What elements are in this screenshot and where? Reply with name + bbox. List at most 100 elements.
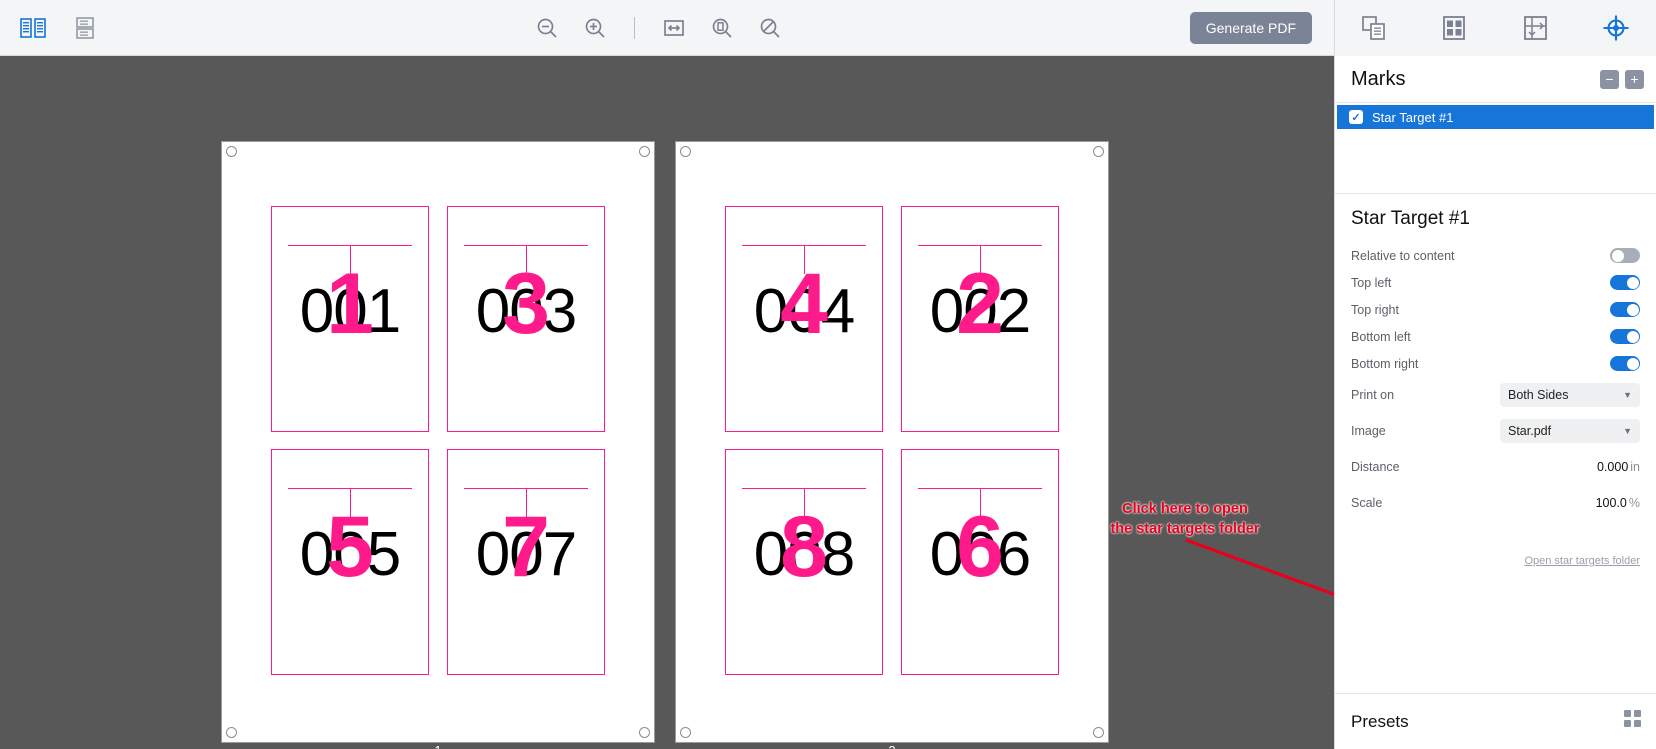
generate-pdf-button[interactable]: Generate PDF xyxy=(1189,11,1312,44)
star-target-digit: 2 xyxy=(956,255,1004,352)
top-toolbar: Generate PDF xyxy=(0,0,1656,56)
tab-marks[interactable] xyxy=(1594,6,1638,50)
marks-list[interactable]: ✓ Star Target #1 xyxy=(1335,102,1656,194)
toggle-top-right[interactable] xyxy=(1610,302,1640,317)
property-label: Top left xyxy=(1351,275,1392,290)
distance-unit: in xyxy=(1630,460,1640,474)
property-label: Bottom left xyxy=(1351,329,1411,344)
marks-side-panel: Marks − + ✓ Star Target #1 Star Target #… xyxy=(1334,56,1656,749)
property-label: Distance xyxy=(1351,460,1400,474)
property-control xyxy=(1610,275,1640,290)
imposed-page[interactable]: 008 8 xyxy=(725,449,883,675)
property-control: Star.pdf ▼ xyxy=(1500,419,1640,443)
mark-item-label: Star Target #1 xyxy=(1372,109,1454,125)
imposed-page[interactable]: 003 3 xyxy=(447,206,605,432)
scale-unit: % xyxy=(1628,496,1640,510)
star-target-digit: 6 xyxy=(956,498,1004,595)
imposed-page[interactable]: 002 2 xyxy=(901,206,1059,432)
zoom-in-icon[interactable] xyxy=(580,13,610,43)
property-top-left: Top left xyxy=(1351,269,1640,296)
spread-view-icon[interactable] xyxy=(18,13,48,43)
property-label: Top right xyxy=(1351,302,1399,317)
star-target-digit: 3 xyxy=(502,255,550,352)
marks-panel-header: Marks − + xyxy=(1335,56,1656,102)
remove-mark-button[interactable]: − xyxy=(1600,69,1619,89)
tab-layout[interactable] xyxy=(1433,6,1477,50)
select-image[interactable]: Star.pdf ▼ xyxy=(1500,419,1640,443)
imposition-view-icon[interactable] xyxy=(70,13,100,43)
select-value: Star.pdf xyxy=(1508,424,1552,438)
add-mark-button[interactable]: + xyxy=(1625,69,1644,89)
mark-properties: Star Target #1 Relative to content Top l… xyxy=(1335,194,1656,521)
corner-mark xyxy=(226,727,237,738)
list-item-star-target-1[interactable]: ✓ Star Target #1 xyxy=(1337,105,1654,129)
toolbar-zoom-group xyxy=(0,0,1316,55)
corner-mark xyxy=(226,146,237,157)
imposed-page[interactable]: 006 6 xyxy=(901,449,1059,675)
corner-mark xyxy=(1093,146,1104,157)
corner-mark xyxy=(680,727,691,738)
fit-width-icon[interactable] xyxy=(659,13,689,43)
property-label: Scale xyxy=(1351,496,1383,510)
corner-mark xyxy=(1093,727,1104,738)
property-bottom-right: Bottom right xyxy=(1351,350,1640,377)
properties-title: Star Target #1 xyxy=(1351,208,1471,229)
property-control: Both Sides ▼ xyxy=(1500,383,1640,407)
open-star-targets-folder-link[interactable]: Open star targets folder xyxy=(1524,555,1640,567)
fit-page-icon[interactable] xyxy=(707,13,737,43)
chevron-down-icon: ▼ xyxy=(1623,426,1632,436)
imposed-page[interactable]: 007 7 xyxy=(447,449,605,675)
imposed-page[interactable]: 005 5 xyxy=(271,449,429,675)
toggle-bottom-right[interactable] xyxy=(1610,356,1640,371)
marks-actions: − + xyxy=(1600,69,1644,89)
star-target-digit: 8 xyxy=(780,498,828,595)
select-print-on[interactable]: Both Sides ▼ xyxy=(1500,383,1640,407)
grid-presets-icon[interactable] xyxy=(1624,710,1642,733)
star-target-digit: 5 xyxy=(326,498,374,595)
distance-value-field[interactable]: 0.000 in xyxy=(1597,460,1640,474)
property-control: 0.000 in xyxy=(1597,460,1640,474)
scale-value: 100.0 xyxy=(1595,496,1627,510)
property-label: Bottom right xyxy=(1351,356,1419,371)
corner-mark xyxy=(639,146,650,157)
app-window: Generate PDF 001 1 003 3 005 5 007 7 004… xyxy=(0,0,1656,749)
toggle-top-left[interactable] xyxy=(1610,275,1640,290)
marks-panel-title: Marks xyxy=(1351,67,1406,90)
annotation-line-1: Click here to open xyxy=(1122,501,1248,517)
main-body: 001 1 003 3 005 5 007 7 004 4 002 2 008 … xyxy=(0,56,1656,749)
panel-tab-bar xyxy=(1334,0,1656,56)
presets-title: Presets xyxy=(1351,711,1409,731)
sheet-preview-2[interactable]: 004 4 002 2 008 8 006 6 xyxy=(675,141,1109,743)
sheet-label-1: 1 xyxy=(221,743,655,749)
imposition-canvas[interactable]: 001 1 003 3 005 5 007 7 004 4 002 2 008 … xyxy=(0,56,1334,749)
property-control xyxy=(1610,302,1640,317)
property-control xyxy=(1610,356,1640,371)
tab-pages[interactable] xyxy=(1353,6,1397,50)
chevron-down-icon: ▼ xyxy=(1623,390,1632,400)
open-folder-row: Open star targets folder xyxy=(1335,551,1656,569)
tab-imposition[interactable] xyxy=(1514,6,1558,50)
distance-value: 0.000 xyxy=(1596,460,1629,474)
annotation-line-2: the star targets folder xyxy=(1110,520,1260,537)
property-control: 100.0% xyxy=(1596,496,1640,510)
checkbox-icon[interactable]: ✓ xyxy=(1349,110,1363,124)
property-scale: Scale 100.0% xyxy=(1351,485,1640,521)
star-target-digit: 1 xyxy=(326,255,374,352)
sheet-preview-1[interactable]: 001 1 003 3 005 5 007 7 xyxy=(221,141,655,743)
toolbar-right-group: Generate PDF xyxy=(1189,0,1656,56)
toggle-bottom-left[interactable] xyxy=(1610,329,1640,344)
annotation-text: Click here to open the star targets fold… xyxy=(1100,500,1270,539)
zoom-out-icon[interactable] xyxy=(532,13,562,43)
toggle-relative-to-content[interactable] xyxy=(1610,248,1640,263)
scale-value-field[interactable]: 100.0% xyxy=(1596,496,1640,510)
annotation-arrow-icon xyxy=(1185,538,1334,596)
imposed-page[interactable]: 001 1 xyxy=(271,206,429,432)
property-label: Print on xyxy=(1351,388,1395,402)
imposed-page[interactable]: 004 4 xyxy=(725,206,883,432)
property-distance: Distance 0.000 in xyxy=(1351,449,1640,485)
property-control xyxy=(1610,329,1640,344)
corner-mark xyxy=(639,727,650,738)
corner-mark xyxy=(680,146,691,157)
sheet-label-2: 2 xyxy=(675,743,1109,749)
actual-size-icon[interactable] xyxy=(755,13,785,43)
